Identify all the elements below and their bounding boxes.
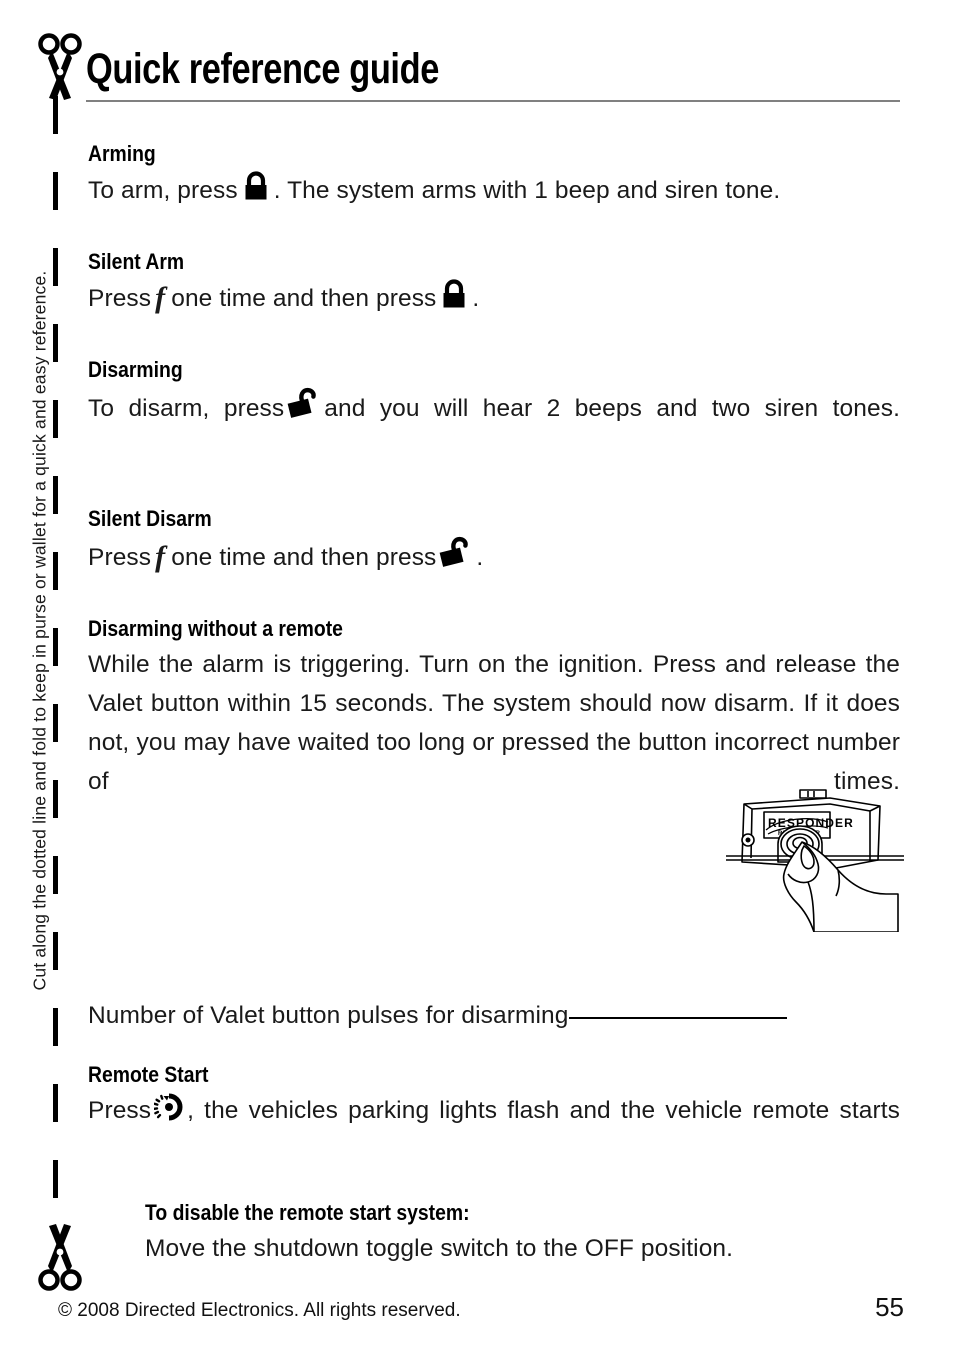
section-body-remote-start: Press , the vehicles parking lights flash… [88,1091,900,1173]
page-header: Quick reference guide [86,44,904,94]
cut-instruction-text: Cut along the dotted line and fold to ke… [29,270,50,991]
section-remote-start: Remote Start Press , the vehicles parking… [88,1061,900,1173]
section-heading-disable-remote-start: To disable the remote start system: [145,1200,470,1225]
silent-arm-text-before: Press [88,285,152,312]
f-button-glyph: f [155,540,166,573]
remote-start-text-before: Press [88,1097,152,1124]
section-heading-disarming: Disarming [88,357,183,382]
disarming-text-before: To disarm, press [88,395,285,422]
valet-pulses-blank-field[interactable] [569,1017,788,1019]
disarming-text-after: and you will hear 2 beeps and two siren … [324,395,900,422]
quick-reference-page: Cut along the dotted line and fold to ke… [0,0,954,1359]
silent-disarm-text-before: Press [88,544,152,571]
section-heading-remote-start: Remote Start [88,1062,209,1087]
silent-arm-text-middle: one time and then press [171,285,437,312]
arming-text-before: To arm, press [88,177,238,204]
scissors-icon [30,1216,90,1292]
cut-strip: Cut along the dotted line and fold to ke… [0,0,86,1359]
section-body-disarming: To disarm, press and you will hear 2 beep… [88,386,900,471]
valet-pulses-line: Number of Valet button pulses for disarm… [88,996,900,1035]
section-disarming: Disarming To disarm, press and you will h… [88,356,900,471]
scissors-icon [30,32,90,108]
section-heading-silent-disarm: Silent Disarm [88,506,212,531]
page-title: Quick reference guide [86,45,439,93]
section-silent-disarm: Silent Disarm Press f one time and then pr… [88,505,900,581]
section-body-silent-arm: Press f one time and then press. [88,278,900,322]
title-divider [86,100,900,102]
section-arming: Arming To arm, press . The system arms wi… [88,140,900,214]
section-silent-arm: Silent Arm Press f one time and then press… [88,248,900,322]
silent-disarm-text-after: . [476,544,484,571]
dotted-cut-line [53,96,58,1220]
section-body-disable-remote-start: Move the shutdown toggle switch to the O… [145,1235,734,1262]
lock-closed-icon [241,170,271,214]
remote-start-dial-icon [153,1092,184,1134]
lock-open-icon [287,386,321,432]
silent-disarm-text-middle: one time and then press [171,544,437,571]
valet-button-illustration: RESPONDER RESPONDER [718,782,908,933]
lock-open-icon [439,535,473,581]
f-button-glyph: f [155,281,166,314]
section-body-arming: To arm, press . The system arms with 1 be… [88,170,900,214]
section-disable-remote-start: To disable the remote start system: Move… [145,1199,900,1268]
section-heading-silent-arm: Silent Arm [88,249,185,274]
valet-pulses-label: Number of Valet button pulses for disarm… [88,1002,569,1029]
section-body-silent-disarm: Press f one time and then press. [88,535,900,581]
lock-closed-icon [439,278,469,322]
copyright-text: © 2008 Directed Electronics. All rights … [58,1300,461,1321]
content-area: Arming To arm, press . The system arms wi… [88,140,900,1268]
section-heading-arming: Arming [88,141,156,166]
silent-arm-text-after: . [472,285,480,312]
arming-text-after: . The system arms with 1 beep and siren … [273,177,781,204]
page-footer: © 2008 Directed Electronics. All rights … [58,1292,904,1323]
section-heading-disarming-no-remote: Disarming without a remote [88,616,343,641]
page-number: 55 [875,1292,904,1322]
remote-start-text-after: , the vehicles parking lights flash and … [187,1097,900,1124]
